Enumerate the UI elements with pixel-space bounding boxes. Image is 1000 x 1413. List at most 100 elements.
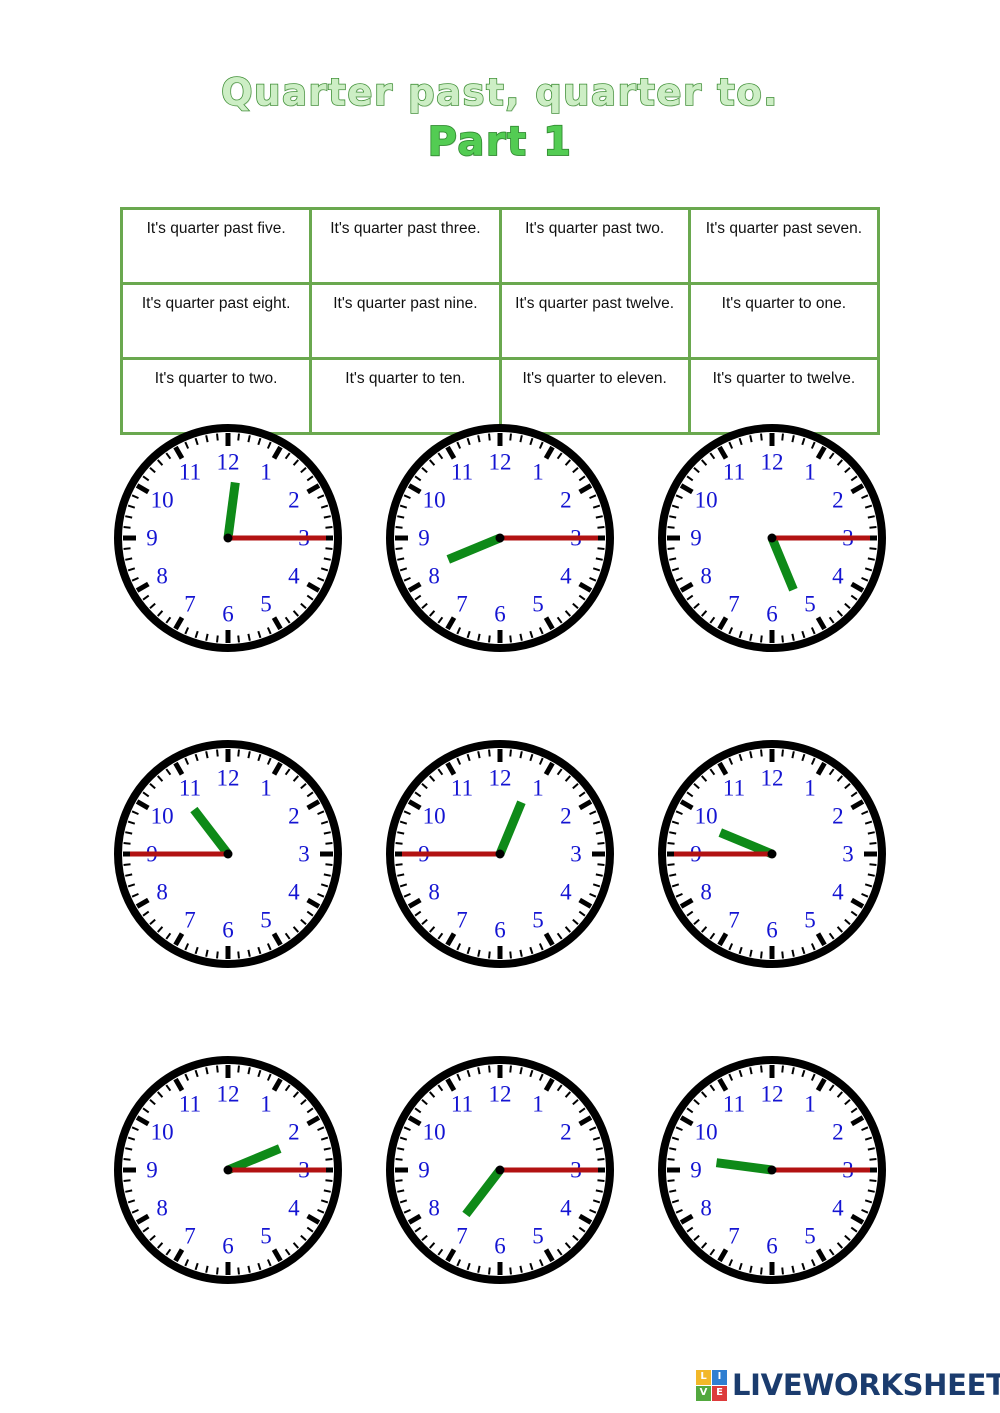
clock-numeral-11: 11 [723, 1092, 745, 1117]
clock-numeral-1: 1 [804, 1092, 816, 1117]
clock-numeral-4: 4 [560, 1196, 572, 1221]
title-line-primary: Quarter past, quarter to. [220, 71, 779, 114]
page-title: Quarter past, quarter to. Part 1 [0, 71, 1000, 166]
clock-center-pin [767, 849, 777, 859]
clock-numeral-6: 6 [766, 1234, 778, 1259]
word-bank-cell[interactable]: It's quarter past nine. [309, 282, 502, 360]
clock-numeral-8: 8 [428, 564, 440, 589]
word-bank-cell[interactable]: It's quarter to one. [687, 282, 881, 360]
clock-numeral-6: 6 [766, 918, 778, 943]
clock-center-pin [767, 1165, 777, 1175]
clock-numeral-12: 12 [217, 766, 240, 791]
word-bank-table: It's quarter past five. It's quarter pas… [119, 207, 881, 435]
logo-tile-v: V [696, 1385, 711, 1401]
logo-tile-i: I [712, 1369, 727, 1385]
clock-numeral-2: 2 [832, 804, 844, 829]
clock-numeral-7: 7 [728, 591, 740, 616]
clock-numeral-3: 3 [842, 842, 854, 867]
clock-center-pin [223, 533, 233, 543]
clock-numeral-11: 11 [179, 776, 201, 801]
word-bank-cell[interactable]: It's quarter past three. [309, 207, 502, 285]
clock-numeral-12: 12 [489, 1082, 512, 1107]
clock-numeral-6: 6 [494, 1234, 506, 1259]
clock-numeral-11: 11 [451, 776, 473, 801]
clock-numeral-2: 2 [288, 488, 300, 513]
title-line-part: Part 1 [427, 119, 573, 166]
clock-center-pin [223, 1165, 233, 1175]
logo-wordmark: LIVEWORKSHEETS [732, 1368, 1000, 1402]
clock-numeral-7: 7 [184, 591, 196, 616]
clock-row-3: 121234567891011 121234567891011 12123456… [0, 1052, 1000, 1288]
clock-numeral-10: 10 [151, 1120, 174, 1145]
clock-numeral-9: 9 [146, 1158, 158, 1183]
clock-numeral-6: 6 [766, 602, 778, 627]
clock-numeral-8: 8 [428, 1196, 440, 1221]
clock-numeral-9: 9 [418, 1158, 430, 1183]
clock-cell-1[interactable]: 121234567891011 [103, 420, 353, 656]
clock-numeral-5: 5 [804, 591, 816, 616]
clock-numeral-11: 11 [723, 460, 745, 485]
clock-numeral-12: 12 [761, 1082, 784, 1107]
clock-numeral-1: 1 [260, 460, 272, 485]
clock-1: 121234567891011 [114, 424, 342, 652]
word-bank-cell[interactable]: It's quarter past eight. [119, 282, 313, 360]
clock-numeral-10: 10 [151, 488, 174, 513]
word-bank-cell[interactable]: It's quarter past twelve. [498, 282, 691, 360]
clock-numeral-2: 2 [832, 1120, 844, 1145]
clock-center-pin [495, 1165, 505, 1175]
logo-tile-grid: LIVE [696, 1369, 727, 1401]
clock-numeral-7: 7 [184, 907, 196, 932]
clock-numeral-2: 2 [288, 1120, 300, 1145]
clock-cell-8[interactable]: 121234567891011 [375, 1052, 625, 1288]
clock-5: 121234567891011 [386, 740, 614, 968]
clock-numeral-5: 5 [804, 1223, 816, 1248]
clock-numeral-12: 12 [761, 450, 784, 475]
clock-numeral-11: 11 [723, 776, 745, 801]
clock-2: 121234567891011 [386, 424, 614, 652]
clock-numeral-12: 12 [217, 450, 240, 475]
clock-numeral-11: 11 [179, 460, 201, 485]
clock-numeral-2: 2 [288, 804, 300, 829]
clock-cell-5[interactable]: 121234567891011 [375, 736, 625, 972]
clock-numeral-1: 1 [260, 776, 272, 801]
clock-cell-6[interactable]: 121234567891011 [647, 736, 897, 972]
clock-numeral-10: 10 [695, 804, 718, 829]
clock-row-1: 121234567891011 121234567891011 12123456… [0, 420, 1000, 656]
clock-center-pin [495, 533, 505, 543]
clock-cell-3[interactable]: 121234567891011 [647, 420, 897, 656]
clock-numeral-6: 6 [222, 1234, 234, 1259]
clock-numeral-3: 3 [298, 842, 310, 867]
clock-numeral-2: 2 [560, 1120, 572, 1145]
clock-numeral-4: 4 [288, 564, 300, 589]
clock-numeral-7: 7 [728, 907, 740, 932]
clock-center-pin [767, 533, 777, 543]
clock-numeral-7: 7 [456, 907, 468, 932]
clock-cell-9[interactable]: 121234567891011 [647, 1052, 897, 1288]
clock-numeral-9: 9 [146, 526, 158, 551]
clock-numeral-5: 5 [532, 907, 544, 932]
word-bank-cell[interactable]: It's quarter past seven. [687, 207, 881, 285]
clock-9: 121234567891011 [658, 1056, 886, 1284]
clock-numeral-12: 12 [217, 1082, 240, 1107]
clock-numeral-6: 6 [222, 918, 234, 943]
clock-6: 121234567891011 [658, 740, 886, 968]
logo-tile-e: E [712, 1385, 727, 1401]
clock-numeral-12: 12 [489, 766, 512, 791]
clock-numeral-1: 1 [532, 1092, 544, 1117]
word-bank-cell[interactable]: It's quarter past five. [119, 207, 313, 285]
clock-numeral-6: 6 [494, 602, 506, 627]
clock-cell-4[interactable]: 121234567891011 [103, 736, 353, 972]
clock-numeral-4: 4 [288, 1196, 300, 1221]
clock-numeral-2: 2 [560, 488, 572, 513]
clock-cell-2[interactable]: 121234567891011 [375, 420, 625, 656]
clock-numeral-10: 10 [423, 488, 446, 513]
clock-row-2: 121234567891011 121234567891011 12123456… [0, 736, 1000, 972]
clock-numeral-8: 8 [428, 880, 440, 905]
clock-numeral-5: 5 [532, 591, 544, 616]
liveworksheets-logo[interactable]: LIVE LIVEWORKSHEETS [696, 1368, 1000, 1402]
word-bank-cell[interactable]: It's quarter past two. [498, 207, 691, 285]
clock-numeral-1: 1 [804, 460, 816, 485]
clock-4: 121234567891011 [114, 740, 342, 968]
clock-cell-7[interactable]: 121234567891011 [103, 1052, 353, 1288]
clock-numeral-8: 8 [700, 564, 712, 589]
